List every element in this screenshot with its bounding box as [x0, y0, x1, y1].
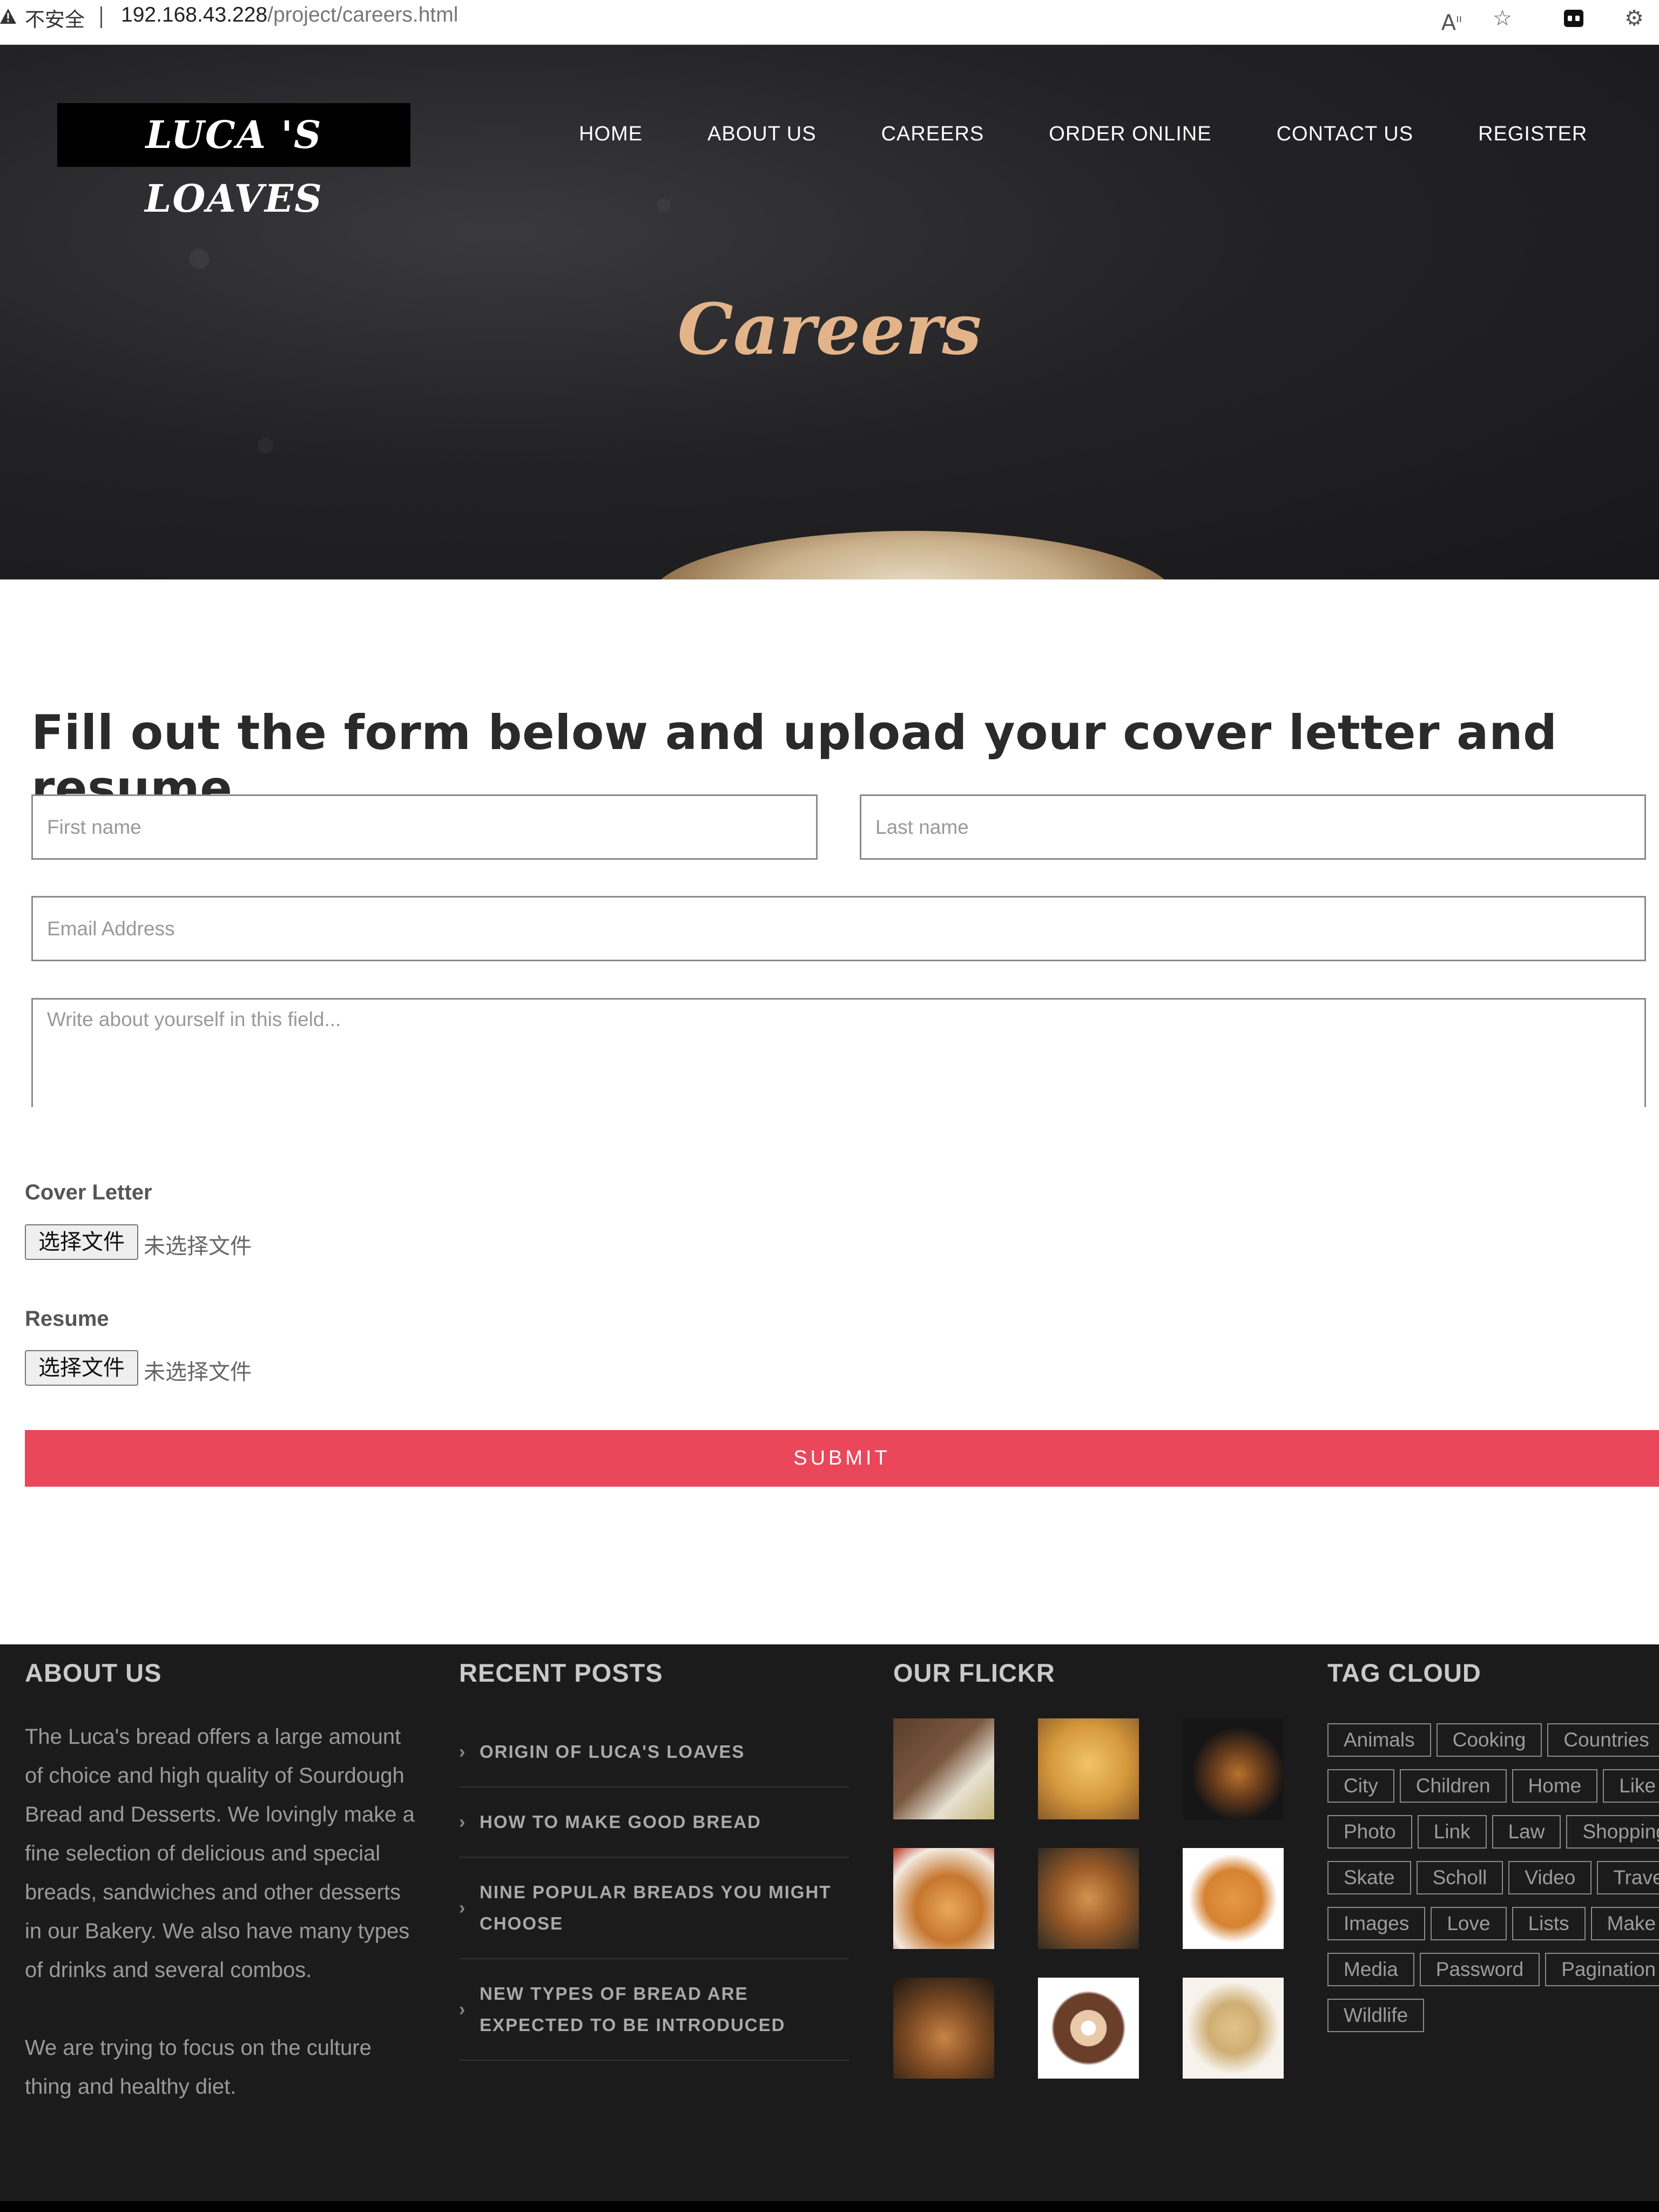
url-path: /project/careers.html	[267, 3, 458, 26]
tag-link[interactable]: Images	[1327, 1907, 1426, 1940]
add-favorite-icon[interactable]: ☆	[1487, 3, 1518, 33]
tag-link[interactable]: Animals	[1327, 1723, 1431, 1757]
last-name-input[interactable]: Last name	[860, 794, 1646, 860]
tag-link[interactable]: Password	[1419, 1953, 1540, 1986]
footer-recent-posts-heading: RECENT POSTS	[459, 1658, 663, 1687]
recent-post-link[interactable]: › ORIGIN OF LUCA'S LOAVES	[459, 1717, 849, 1788]
tag-cloud: Animals Cooking Countries City Children Home…	[1327, 1723, 1659, 2047]
first-name-input[interactable]: First name	[31, 794, 818, 860]
recent-post-link[interactable]: › HOW TO MAKE GOOD BREAD	[459, 1788, 849, 1858]
post-title: ORIGIN OF LUCA'S LOAVES	[480, 1742, 745, 1762]
about-paragraph: The Luca's bread offers a large amount o…	[25, 1725, 415, 1982]
tag-link[interactable]: Children	[1399, 1769, 1507, 1803]
url-field[interactable]: 192.168.43.228/project/careers.html	[121, 3, 458, 27]
post-title: NINE POPULAR BREADS YOU MIGHT CHOOSE	[480, 1882, 832, 1933]
tag-link[interactable]: Home	[1512, 1769, 1598, 1803]
not-secure-label[interactable]: 不安全	[25, 3, 85, 32]
cover-letter-choose-file-button[interactable]: 选择文件	[25, 1224, 138, 1260]
flickr-gallery	[893, 1718, 1284, 2079]
resume-choose-file-button[interactable]: 选择文件	[25, 1350, 138, 1386]
site-logo[interactable]: LUCA 'S LOAVES	[57, 103, 410, 221]
footer-about-text: The Luca's bread offers a large amount o…	[25, 1717, 419, 2106]
recent-post-link[interactable]: › NINE POPULAR BREADS YOU MIGHT CHOOSE	[459, 1858, 849, 1959]
flickr-photo[interactable]	[1038, 1718, 1139, 1819]
tag-link[interactable]: Like	[1603, 1769, 1659, 1803]
tag-link[interactable]: Countries	[1547, 1723, 1659, 1757]
read-aloud-icon[interactable]: Aıı	[1437, 3, 1467, 35]
post-title: HOW TO MAKE GOOD BREAD	[480, 1812, 761, 1832]
tag-link[interactable]: Shopping	[1566, 1815, 1659, 1849]
divider	[100, 6, 102, 28]
chevron-right-icon: ›	[459, 1999, 467, 2020]
chevron-right-icon: ›	[459, 1898, 467, 1918]
chevron-right-icon: ›	[459, 1812, 467, 1832]
extensions-puzzle-icon[interactable]: ⚙	[1619, 3, 1649, 33]
tag-link[interactable]: Link	[1417, 1815, 1487, 1849]
footer-flickr-heading: OUR FLICKR	[893, 1658, 1055, 1687]
resume-file-status: 未选择文件	[144, 1360, 252, 1385]
flickr-photo[interactable]	[893, 1978, 994, 2079]
nav-register[interactable]: REGISTER	[1478, 115, 1587, 153]
extension-icon[interactable]	[1559, 3, 1589, 33]
footer-bottom-strip	[0, 2201, 1659, 2212]
warning-icon	[0, 9, 16, 24]
nav-about-us[interactable]: ABOUT US	[707, 115, 817, 153]
cover-letter-label: Cover Letter	[25, 1181, 152, 1204]
nav-careers[interactable]: CAREERS	[881, 115, 984, 153]
url-host: 192.168.43.228	[121, 3, 268, 26]
flickr-photo[interactable]	[893, 1718, 994, 1819]
tag-link[interactable]: Skate	[1327, 1861, 1411, 1894]
flickr-photo[interactable]	[1038, 1978, 1139, 2079]
main-nav: HOME ABOUT US CAREERS ORDER ONLINE CONTA…	[579, 115, 1587, 153]
about-paragraph: We are trying to focus on the culture th…	[25, 2036, 372, 2099]
hero-banner: LUCA 'S LOAVES HOME ABOUT US CAREERS ORD…	[0, 45, 1659, 579]
tag-link[interactable]: Law	[1492, 1815, 1561, 1849]
tag-link[interactable]: Pagination	[1545, 1953, 1659, 1986]
footer-about-heading: ABOUT US	[25, 1658, 162, 1687]
recent-posts-list: › ORIGIN OF LUCA'S LOAVES › HOW TO MAKE GO…	[459, 1717, 849, 2061]
nav-order-online[interactable]: ORDER ONLINE	[1049, 115, 1211, 153]
tag-link[interactable]: Cooking	[1436, 1723, 1542, 1757]
chevron-right-icon: ›	[459, 1742, 467, 1762]
flickr-photo[interactable]	[893, 1848, 994, 1949]
tag-link[interactable]: City	[1327, 1769, 1394, 1803]
tag-link[interactable]: Lists	[1512, 1907, 1586, 1940]
tag-link[interactable]: Wildlife	[1327, 1999, 1425, 2032]
cover-letter-file-status: 未选择文件	[144, 1234, 252, 1259]
flickr-photo[interactable]	[1183, 1718, 1284, 1819]
footer-tag-cloud-heading: TAG CLOUD	[1327, 1658, 1481, 1687]
tag-link[interactable]: Make	[1590, 1907, 1659, 1940]
about-textarea[interactable]: Write about yourself in this field...	[31, 998, 1646, 1107]
browser-address-bar: 不安全 192.168.43.228/project/careers.html …	[0, 0, 1659, 45]
recent-post-link[interactable]: › NEW TYPES OF BREAD ARE EXPECTED TO BE I…	[459, 1959, 849, 2061]
tag-link[interactable]: Photo	[1327, 1815, 1412, 1849]
submit-button[interactable]: SUBMIT	[25, 1430, 1659, 1487]
tag-link[interactable]: Scholl	[1416, 1861, 1503, 1894]
page-title: Careers	[677, 288, 982, 370]
flickr-photo[interactable]	[1183, 1978, 1284, 2079]
flickr-photo[interactable]	[1183, 1848, 1284, 1949]
tag-link[interactable]: Love	[1431, 1907, 1507, 1940]
email-input[interactable]: Email Address	[31, 896, 1646, 961]
nav-home[interactable]: HOME	[579, 115, 643, 153]
flickr-photo[interactable]	[1038, 1848, 1139, 1949]
resume-label: Resume	[25, 1307, 109, 1331]
tag-link[interactable]: Media	[1327, 1953, 1414, 1986]
nav-contact-us[interactable]: CONTACT US	[1277, 115, 1414, 153]
tag-link[interactable]: Video	[1508, 1861, 1592, 1894]
tag-link[interactable]: Travel	[1597, 1861, 1659, 1894]
post-title: NEW TYPES OF BREAD ARE EXPECTED TO BE IN…	[480, 1984, 786, 2035]
